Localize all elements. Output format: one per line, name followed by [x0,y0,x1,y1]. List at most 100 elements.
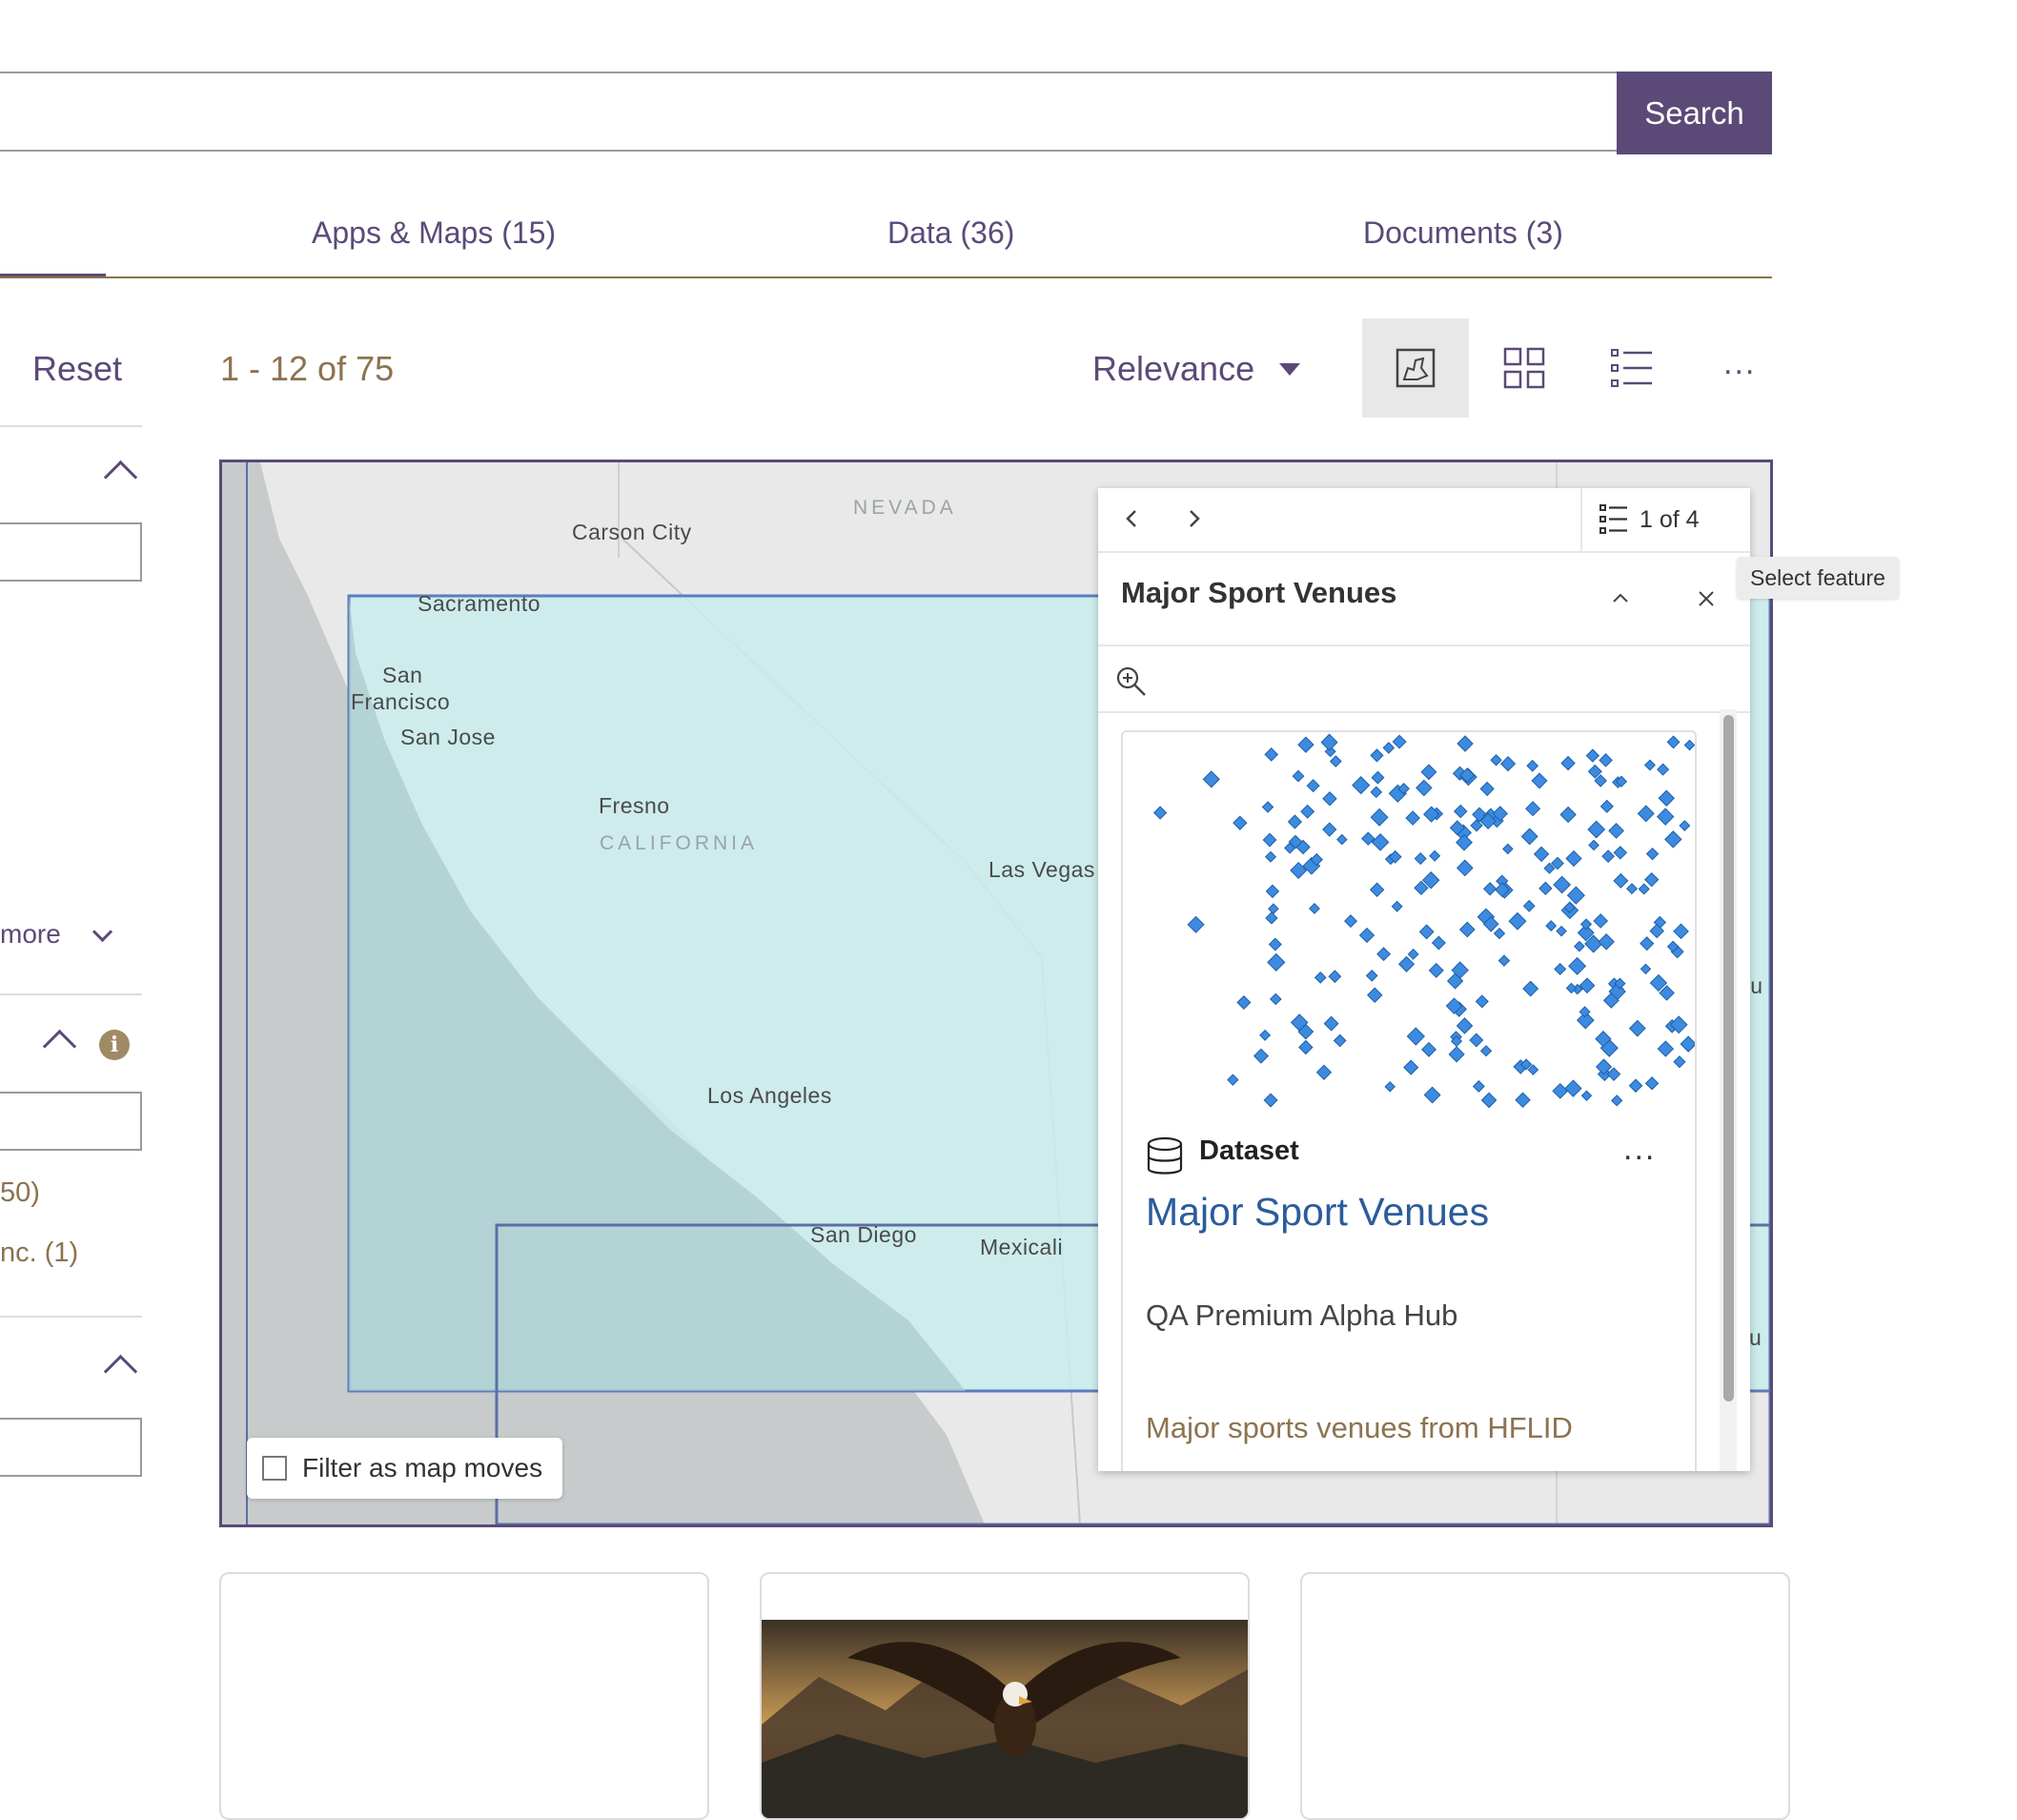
map-label-los-angeles: Los Angeles [707,1083,832,1108]
search-button[interactable]: Search [1617,72,1772,154]
popup-scrollbar-thumb[interactable] [1723,715,1734,1401]
venue-marker [1253,1048,1270,1064]
filter-option-count[interactable]: nc. (1) [0,1237,78,1269]
chevron-up-icon[interactable] [103,460,138,495]
previous-feature-button[interactable] [1121,507,1144,530]
venue-marker [1560,755,1576,771]
map-view-button[interactable] [1362,318,1469,418]
map-label-las-vegas: Las Vegas [988,857,1095,882]
feature-popup: 1 of 4 Major Sport Venues Dataset ... Ma… [1098,488,1750,1471]
venue-marker [1233,815,1248,830]
item-more-button[interactable]: ... [1623,1131,1656,1168]
venue-marker [1599,753,1613,767]
venue-marker [1611,1094,1623,1107]
venue-marker [1369,882,1385,897]
result-card[interactable] [219,1572,709,1820]
venue-marker [1640,936,1655,951]
venue-marker [1565,849,1582,868]
next-feature-button[interactable] [1182,507,1205,530]
close-popup-button[interactable] [1695,587,1718,610]
result-card[interactable] [1300,1572,1790,1820]
grid-view-button[interactable] [1471,318,1578,418]
venue-marker [1683,739,1695,751]
item-thumbnail [1152,733,1695,1109]
venue-marker [1664,830,1682,849]
venue-marker [1405,810,1420,826]
map-icon [1396,348,1436,388]
search-input[interactable] [0,72,1617,152]
venue-marker [1456,833,1474,851]
tab-apps-maps[interactable]: Apps & Maps (15) [312,215,556,251]
caret-down-icon[interactable] [1279,363,1300,376]
map-label-san-francisco: San [382,663,423,687]
filter-input[interactable] [0,1418,142,1477]
chevron-down-icon[interactable] [92,921,113,943]
venue-marker [1525,801,1541,817]
venue-marker [1371,770,1385,785]
venue-marker [1309,903,1320,914]
chevron-up-icon[interactable] [42,1029,77,1064]
chevron-right-icon [1190,510,1200,527]
item-card[interactable]: Dataset ... Major Sport Venues QA Premiu… [1121,730,1697,1471]
chevron-up-icon[interactable] [103,1354,138,1389]
venue-marker [1625,883,1639,895]
venue-marker [1407,948,1419,960]
sort-dropdown[interactable]: Relevance [1092,349,1254,389]
venue-marker [1391,900,1403,912]
more-options-button[interactable]: ... [1723,345,1756,382]
venue-marker [1545,920,1558,931]
info-icon[interactable]: i [99,1030,130,1060]
feature-counter: 1 of 4 [1640,505,1700,533]
venue-marker [1344,914,1357,929]
reset-button[interactable]: Reset [32,349,122,389]
item-title-link[interactable]: Major Sport Venues [1146,1190,1489,1235]
venue-marker [1493,927,1506,940]
feature-list-button[interactable]: 1 of 4 [1580,488,1750,551]
filter-checkbox[interactable] [262,1456,287,1481]
venue-marker [1152,806,1168,820]
venue-marker [1613,846,1628,860]
collapse-popup-button[interactable] [1609,587,1632,610]
venue-marker [1328,970,1342,984]
venue-marker [1320,733,1338,751]
filter-option-count[interactable]: 50) [0,1177,40,1209]
result-card[interactable] [760,1572,1250,1820]
tab-data[interactable]: Data (36) [887,215,1014,251]
list-icon [1611,349,1652,387]
venue-marker [1637,805,1655,823]
venue-marker [1556,925,1567,937]
venue-marker [1335,833,1348,846]
venue-marker [1268,903,1279,915]
venue-marker [1322,822,1337,837]
venue-marker [1365,970,1378,982]
map-label-san-jose: San Jose [400,725,496,749]
venue-marker [1458,921,1476,938]
map-label-nevada: NEVADA [853,497,957,519]
venue-marker [1269,992,1282,1006]
filter-input[interactable] [0,522,142,582]
show-more-link[interactable]: more [0,919,61,950]
venue-marker [1657,763,1670,776]
venue-marker [1371,832,1390,851]
venue-marker [1502,843,1514,855]
venue-marker [1457,735,1474,752]
venue-marker [1268,937,1282,951]
popup-divider [1098,551,1750,553]
item-type-label: Dataset [1199,1135,1299,1166]
venue-marker [1522,899,1536,912]
filter-input[interactable] [0,1092,142,1151]
venue-marker [1520,828,1538,846]
tab-documents[interactable]: Documents (3) [1363,215,1563,251]
filter-as-map-moves[interactable]: Filter as map moves [247,1438,562,1499]
venue-marker [1376,947,1392,962]
list-view-button[interactable] [1579,318,1685,418]
venue-marker [1406,1027,1425,1046]
venue-marker [1333,1033,1347,1048]
venue-marker [1370,748,1384,763]
venue-marker [1559,806,1577,824]
sidebar-divider [0,425,142,427]
venue-marker [1666,735,1681,749]
venue-marker [1568,956,1587,975]
venue-marker [1515,1092,1531,1109]
zoom-to-button[interactable] [1115,665,1148,698]
